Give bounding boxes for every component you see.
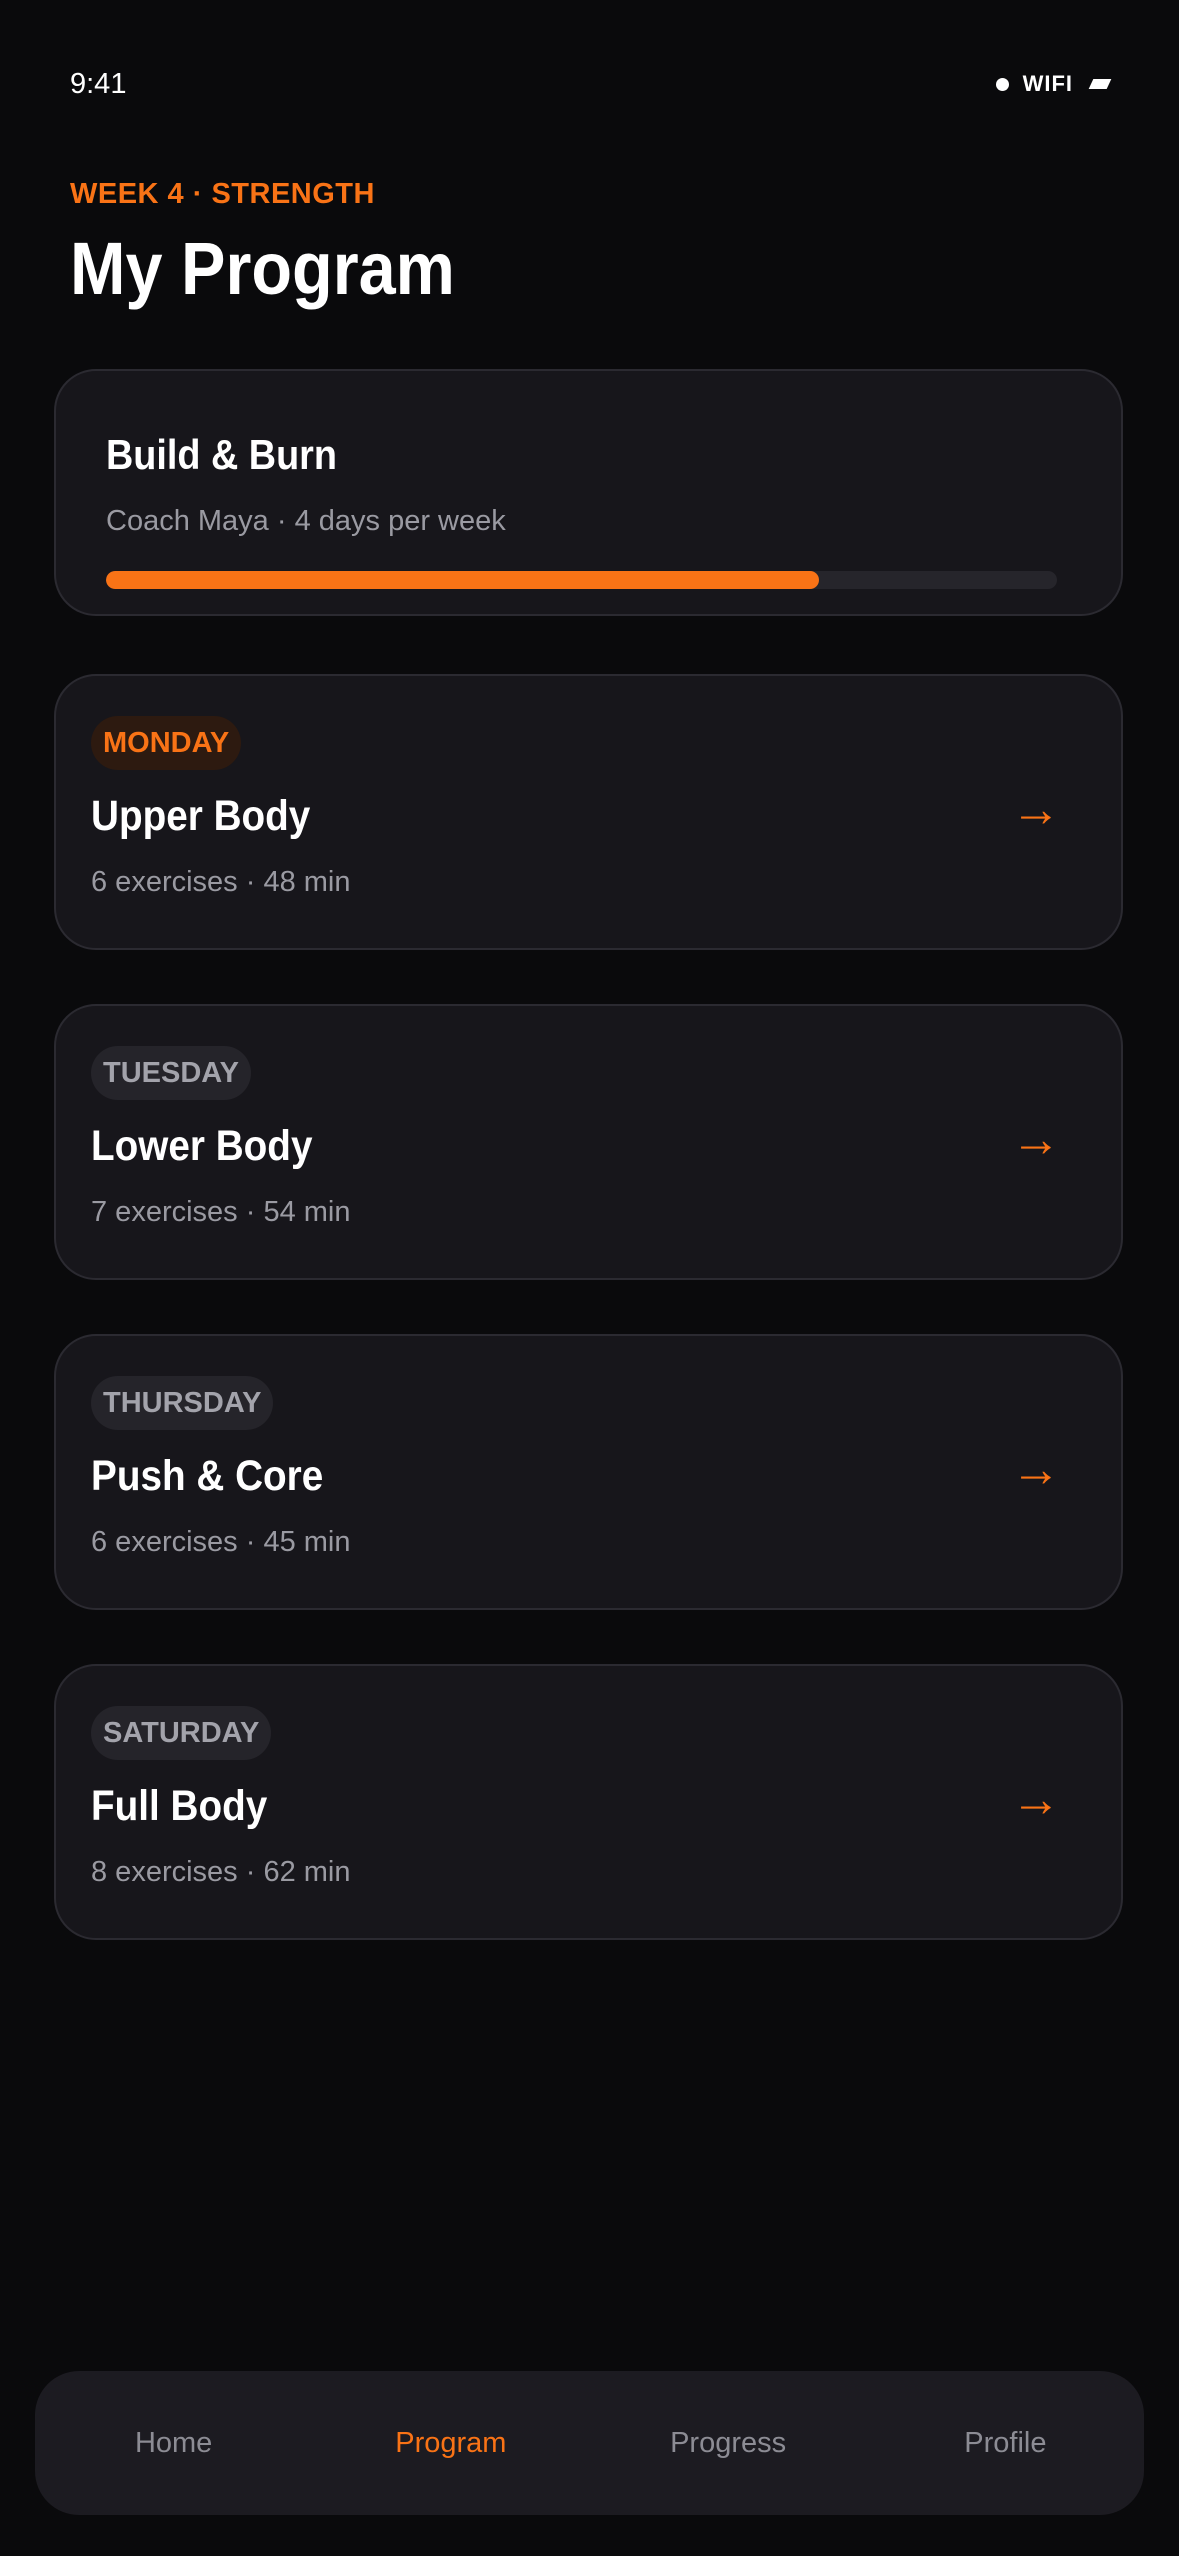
program-meta: Coach Maya · 4 days per week — [106, 505, 506, 537]
status-bar: 9:41 WIFI — [70, 62, 1112, 106]
workout-title: Full Body — [91, 1782, 268, 1830]
week-eyebrow: WEEK 4 · STRENGTH — [70, 178, 375, 210]
network-label: WIFI — [1022, 71, 1073, 96]
workout-title: Lower Body — [91, 1122, 313, 1170]
workout-meta: 6 exercises · 45 min — [91, 1526, 351, 1558]
day-card-tuesday[interactable]: TUESDAY Lower Body 7 exercises · 54 min … — [54, 1004, 1123, 1280]
arrow-right-icon: → — [1011, 1441, 1061, 1497]
workout-meta: 8 exercises · 62 min — [91, 1856, 351, 1888]
status-time: 9:41 — [70, 67, 127, 100]
day-badge: TUESDAY — [91, 1046, 251, 1100]
workout-meta: 6 exercises · 48 min — [91, 866, 351, 898]
signal-dot-icon — [995, 77, 1009, 91]
arrow-right-icon: → — [1011, 781, 1061, 837]
status-indicators: WIFI — [995, 71, 1112, 97]
day-badge: SATURDAY — [91, 1706, 272, 1760]
nav-item-profile[interactable]: Profile — [905, 2427, 1105, 2460]
nav-item-progress[interactable]: Progress — [628, 2427, 828, 2460]
battery-icon — [1088, 79, 1112, 89]
day-badge: THURSDAY — [91, 1376, 274, 1430]
page-title: My Program — [70, 227, 455, 310]
program-name: Build & Burn — [106, 431, 337, 478]
workout-meta: 7 exercises · 54 min — [91, 1196, 351, 1228]
bottom-nav: Home Program Progress Profile — [35, 2371, 1144, 2515]
program-summary-card[interactable]: Build & Burn Coach Maya · 4 days per wee… — [54, 369, 1123, 616]
arrow-right-icon: → — [1011, 1111, 1061, 1167]
nav-item-home[interactable]: Home — [74, 2427, 274, 2460]
workout-title: Upper Body — [91, 792, 311, 840]
arrow-right-icon: → — [1011, 1771, 1061, 1827]
day-card-saturday[interactable]: SATURDAY Full Body 8 exercises · 62 min … — [54, 1664, 1123, 1940]
nav-item-program[interactable]: Program — [351, 2427, 551, 2460]
program-progress-fill — [106, 571, 820, 589]
program-progress-track — [106, 571, 1057, 589]
day-card-monday[interactable]: MONDAY Upper Body 6 exercises · 48 min → — [54, 674, 1123, 950]
day-badge: MONDAY — [91, 716, 242, 770]
workout-title: Push & Core — [91, 1452, 324, 1500]
day-card-thursday[interactable]: THURSDAY Push & Core 6 exercises · 45 mi… — [54, 1334, 1123, 1610]
